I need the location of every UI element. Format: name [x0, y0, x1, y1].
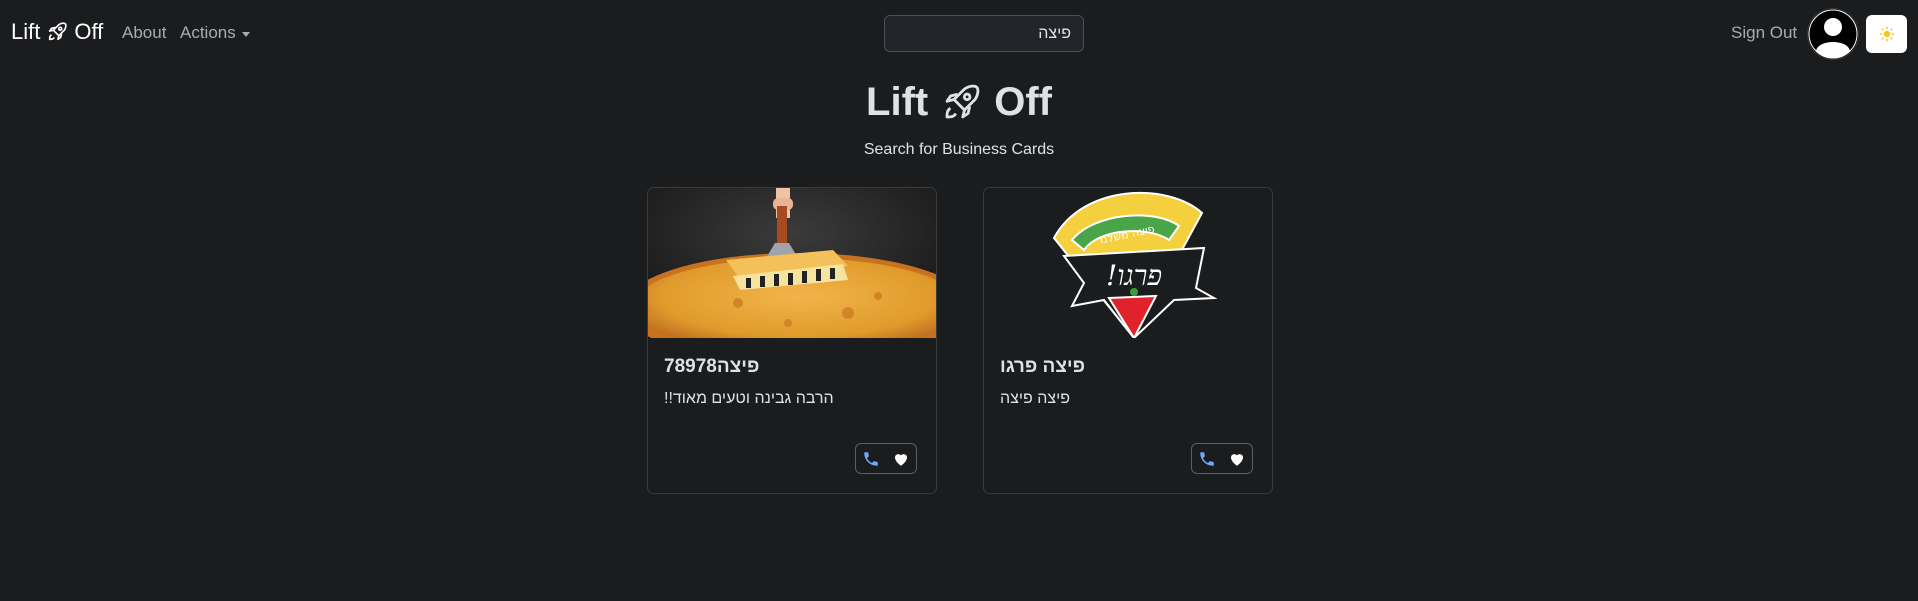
pizza-image [648, 188, 936, 338]
title-text-right: Off [994, 80, 1052, 124]
phone-icon [1200, 451, 1214, 466]
heart-icon [895, 453, 907, 466]
favorite-button[interactable] [1222, 444, 1252, 473]
user-silhouette-icon [1808, 9, 1858, 59]
title-text-left: Lift [866, 80, 929, 124]
card-description: הרבה גבינה וטעים מאוד!! [664, 390, 834, 407]
brand-text-left: Lift [11, 19, 41, 44]
brand-link[interactable]: Lift Off [11, 19, 103, 45]
call-button[interactable] [856, 444, 886, 473]
nav-actions-label: Actions [180, 23, 236, 42]
nav-about-link[interactable]: About [122, 23, 166, 43]
sun-icon [1879, 26, 1894, 42]
avatar[interactable] [1807, 8, 1859, 60]
business-card[interactable]: פיצה78978 הרבה גבינה וטעים מאוד!! [647, 187, 937, 494]
heart-icon [1231, 453, 1243, 466]
page-subtitle: Search for Business Cards [863, 141, 1055, 158]
favorite-button[interactable] [886, 444, 916, 473]
logo-word-text: פרגו! [1106, 259, 1162, 292]
card-actions [855, 443, 917, 474]
phone-icon [864, 451, 878, 466]
card-title: פיצה78978 [664, 356, 760, 377]
call-button[interactable] [1192, 444, 1222, 473]
card-actions [1191, 443, 1253, 474]
nav-actions-dropdown[interactable]: Actions [180, 23, 250, 43]
business-card[interactable]: פיצה משלנו פרגו! פיצה פרגו פיצה פיצה [983, 187, 1273, 494]
pizza-fargo-logo: פיצה משלנו פרגו! [984, 188, 1272, 338]
navbar: Lift Off About Actions Sign Out [0, 0, 1918, 66]
search-input[interactable] [884, 15, 1084, 52]
sign-out-link[interactable]: Sign Out [1731, 23, 1797, 43]
rocket-icon [49, 22, 68, 41]
card-description: פיצה פיצה [1000, 390, 1070, 407]
card-title: פיצה פרגו [1000, 356, 1086, 377]
rocket-icon [945, 84, 980, 118]
caret-down-icon [241, 31, 250, 37]
page-title: Lift Off [0, 80, 1918, 125]
theme-toggle-button[interactable] [1866, 15, 1907, 53]
brand-text-right: Off [74, 19, 104, 44]
